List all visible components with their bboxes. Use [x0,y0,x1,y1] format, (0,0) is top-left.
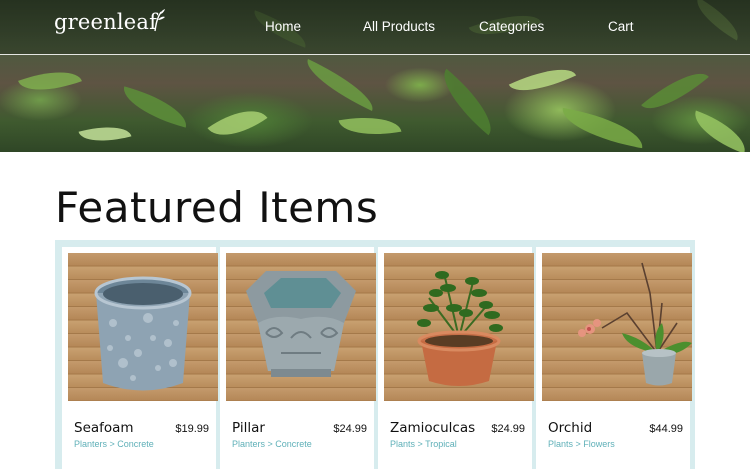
orchid-plant-illustration [578,262,692,386]
product-category-link[interactable]: Plants > Flowers [548,439,615,449]
sprout-icon [154,9,165,32]
product-name[interactable]: Seafoam [74,420,134,436]
product-image[interactable] [542,253,692,401]
nav-categories-link[interactable]: Categories [479,19,544,34]
top-navigation: greenleaf Home All Products Categories C… [0,0,750,54]
product-name[interactable]: Zamioculcas [390,420,475,436]
nav-divider [0,54,750,55]
product-card-orchid[interactable]: Orchid $44.99 Plants > Flowers [536,247,692,469]
nav-cart-link[interactable]: Cart [608,19,634,34]
product-price: $19.99 [175,423,209,435]
featured-product-grid: Seafoam $19.99 Planters > Concrete Pilla… [55,240,695,469]
product-category-link[interactable]: Planters > Concrete [232,439,312,449]
seafoam-planter-illustration [94,276,192,391]
product-card-seafoam[interactable]: Seafoam $19.99 Planters > Concrete [62,247,218,469]
product-name[interactable]: Orchid [548,420,592,436]
featured-title: Featured Items [55,183,379,232]
brand-logo[interactable]: greenleaf [54,10,157,34]
product-image[interactable] [384,253,534,401]
product-image[interactable] [68,253,218,401]
product-price: $24.99 [333,423,367,435]
product-price: $44.99 [649,423,683,435]
pillar-planter-illustration [246,271,356,377]
product-price: $24.99 [491,423,525,435]
product-image[interactable] [226,253,376,401]
product-card-pillar[interactable]: Pillar $24.99 Planters > Concrete [220,247,376,469]
product-card-zamioculcas[interactable]: Zamioculcas $24.99 Plants > Tropical [378,247,534,469]
hero-banner: greenleaf Home All Products Categories C… [0,0,750,152]
product-category-link[interactable]: Plants > Tropical [390,439,457,449]
nav-home-link[interactable]: Home [265,19,301,34]
zamioculcas-plant-illustration [417,271,503,386]
nav-all-products-link[interactable]: All Products [363,19,435,34]
product-name[interactable]: Pillar [232,420,265,436]
product-category-link[interactable]: Planters > Concrete [74,439,154,449]
